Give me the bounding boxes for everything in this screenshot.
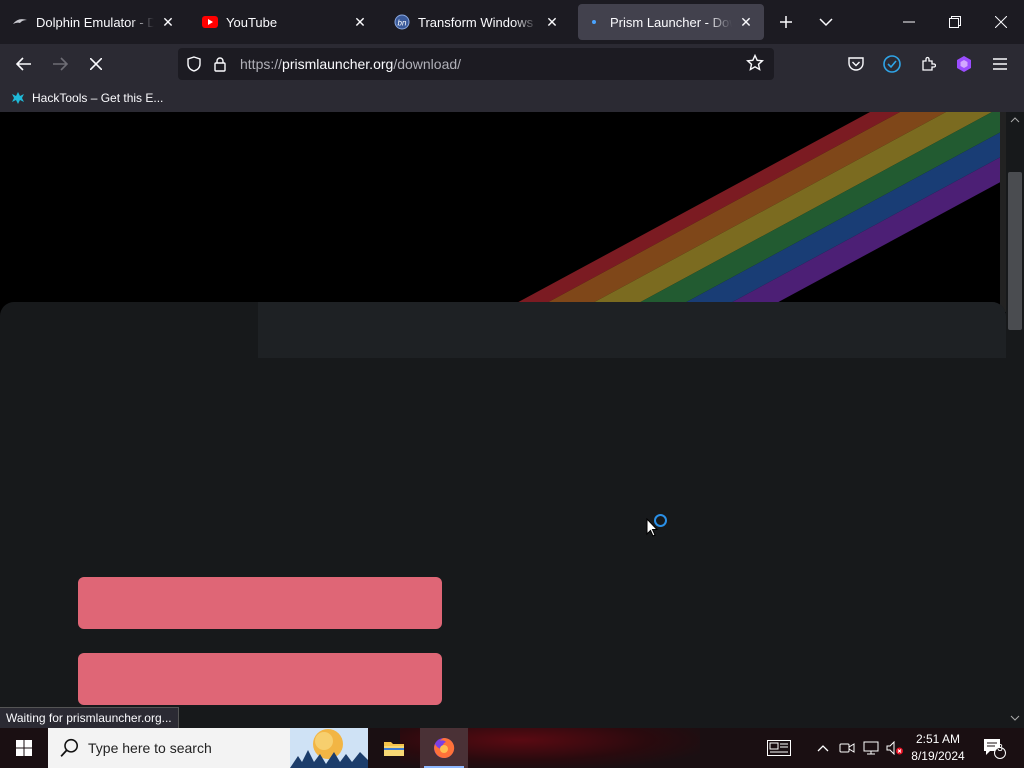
restore-button[interactable] bbox=[932, 0, 978, 44]
address-bar[interactable]: https://prismlauncher.org/download/ bbox=[178, 48, 774, 80]
taskbar-file-explorer[interactable] bbox=[370, 728, 418, 768]
tab-strip: Dolphin Emulator - Down ✕ YouTube ✕ bn T… bbox=[0, 0, 1024, 44]
show-hidden-icons-chevron-icon[interactable] bbox=[812, 728, 834, 768]
loading-dot-icon bbox=[586, 14, 602, 30]
news-widget-icon[interactable] bbox=[762, 728, 796, 768]
bookmark-label: HackTools – Get this E... bbox=[32, 91, 164, 105]
folder-icon bbox=[384, 742, 404, 756]
tab-youtube[interactable]: YouTube ✕ bbox=[194, 4, 378, 40]
taskbar-clock[interactable]: 2:51 AM 8/19/2024 bbox=[906, 731, 970, 765]
extension-check-icon[interactable] bbox=[878, 50, 906, 78]
bookmark-star-icon[interactable] bbox=[745, 53, 766, 74]
start-button[interactable] bbox=[0, 728, 48, 768]
panel-tab-bar bbox=[258, 302, 1006, 358]
svg-text:bn: bn bbox=[398, 19, 407, 28]
search-icon bbox=[60, 738, 78, 757]
forward-button[interactable] bbox=[46, 50, 74, 78]
extensions-puzzle-icon[interactable] bbox=[914, 50, 942, 78]
tab-transform-windows[interactable]: bn Transform Windows 10 or ✕ bbox=[386, 4, 570, 40]
taskbar-firefox[interactable] bbox=[420, 728, 468, 768]
hacktools-icon bbox=[12, 92, 24, 104]
url-path: /download/ bbox=[393, 56, 462, 72]
tracking-protection-icon[interactable] bbox=[184, 54, 204, 74]
url-domain: prismlauncher.org bbox=[282, 56, 394, 72]
stop-loading-button[interactable] bbox=[82, 50, 110, 78]
meet-now-icon[interactable] bbox=[836, 728, 858, 768]
close-window-button[interactable] bbox=[978, 0, 1024, 44]
dolphin-icon bbox=[12, 14, 28, 30]
network-icon[interactable] bbox=[860, 728, 882, 768]
tab-prism-launcher[interactable]: Prism Launcher - Downlo ✕ bbox=[578, 4, 764, 40]
youtube-icon bbox=[202, 14, 218, 30]
scroll-down-arrow-icon[interactable] bbox=[1010, 714, 1020, 724]
clock-time: 2:51 AM bbox=[915, 732, 961, 746]
tab-close-icon[interactable]: ✕ bbox=[542, 12, 562, 32]
bookmark-hacktools[interactable]: HackTools – Get this E... bbox=[10, 90, 163, 106]
search-placeholder: Type here to search bbox=[88, 740, 212, 756]
hex-extension-icon[interactable] bbox=[950, 50, 978, 78]
page-viewport[interactable] bbox=[0, 112, 1006, 728]
windows-logo-icon bbox=[16, 740, 32, 756]
url-text[interactable]: https://prismlauncher.org/download/ bbox=[240, 56, 461, 72]
action-center-button[interactable]: 3 bbox=[978, 728, 1010, 768]
clock-date: 8/19/2024 bbox=[911, 749, 965, 763]
rainbow-banner bbox=[500, 112, 1006, 312]
menu-hamburger-icon[interactable] bbox=[986, 50, 1014, 78]
lock-icon[interactable] bbox=[210, 54, 230, 74]
scrollbar-thumb[interactable] bbox=[1008, 172, 1022, 330]
tab-close-icon[interactable]: ✕ bbox=[158, 12, 178, 32]
tab-label: YouTube bbox=[226, 14, 278, 30]
tab-label: Transform Windows 10 or bbox=[418, 14, 538, 30]
back-button[interactable] bbox=[10, 50, 38, 78]
mouse-cursor-icon bbox=[646, 518, 658, 537]
scroll-up-arrow-icon[interactable] bbox=[1010, 116, 1020, 126]
page-scrollbar[interactable] bbox=[1006, 112, 1024, 728]
bookmarks-toolbar: HackTools – Get this E... bbox=[0, 84, 1024, 112]
taskbar-search-box[interactable]: Type here to search bbox=[48, 728, 368, 768]
search-highlight-image bbox=[290, 728, 368, 768]
tab-close-icon[interactable]: ✕ bbox=[736, 12, 756, 32]
tab-close-icon[interactable]: ✕ bbox=[350, 12, 370, 32]
tab-dolphin-emulator[interactable]: Dolphin Emulator - Down ✕ bbox=[4, 4, 186, 40]
navigation-toolbar: https://prismlauncher.org/download/ bbox=[0, 44, 1024, 84]
tab-label: Dolphin Emulator - Down bbox=[36, 14, 154, 30]
status-text: Waiting for prismlauncher.org... bbox=[6, 711, 172, 725]
download-button-secondary[interactable] bbox=[78, 653, 442, 705]
firefox-icon bbox=[434, 737, 455, 758]
tab-label: Prism Launcher - Downlo bbox=[610, 14, 732, 30]
minimize-button[interactable] bbox=[886, 0, 932, 44]
url-prefix: https:// bbox=[240, 56, 283, 72]
download-button-primary[interactable] bbox=[78, 577, 442, 629]
notification-count-badge: 3 bbox=[997, 743, 1003, 754]
status-panel: Waiting for prismlauncher.org... bbox=[0, 707, 179, 729]
new-tab-button[interactable] bbox=[772, 8, 800, 36]
site-icon: bn bbox=[394, 14, 410, 30]
pocket-icon[interactable] bbox=[842, 50, 870, 78]
volume-muted-icon[interactable] bbox=[884, 728, 906, 768]
windows-taskbar: Type here to search 2:51 AM 8/19/2024 3 bbox=[0, 728, 1024, 768]
list-all-tabs-button[interactable] bbox=[812, 8, 840, 36]
